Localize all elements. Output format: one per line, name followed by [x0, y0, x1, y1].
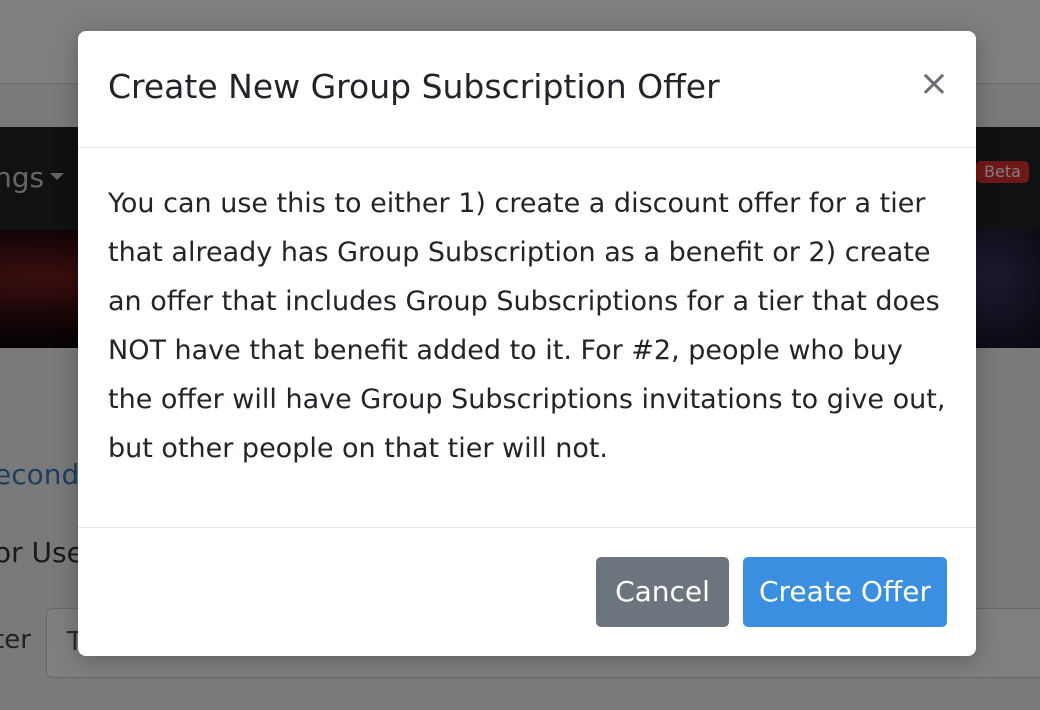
close-icon[interactable]: ×: [917, 64, 951, 104]
modal-body-text: You can use this to either 1) create a d…: [108, 188, 946, 464]
create-offer-button[interactable]: Create Offer: [743, 557, 947, 627]
cancel-button[interactable]: Cancel: [596, 557, 729, 627]
modal-footer: Cancel Create Offer: [78, 527, 976, 656]
modal-header: Create New Group Subscription Offer ×: [78, 31, 976, 148]
modal-title: Create New Group Subscription Offer: [108, 67, 720, 106]
create-offer-modal: Create New Group Subscription Offer × Yo…: [78, 31, 976, 656]
